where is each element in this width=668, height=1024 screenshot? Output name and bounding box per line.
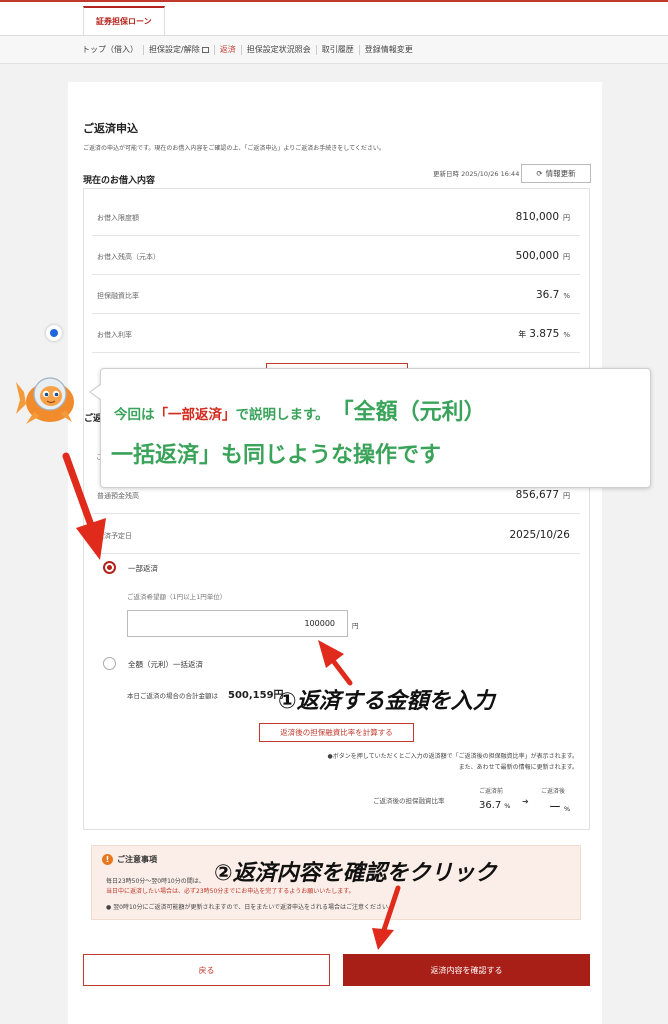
- after-label: ご返済後: [541, 788, 566, 795]
- loan-row: お借入利率 年 3.875%: [92, 315, 580, 353]
- nav-item-history[interactable]: 取引履歴: [317, 45, 360, 55]
- loan-row-label: お借入残高（元本）: [97, 253, 160, 261]
- top-bar: 証券担保ローン: [0, 0, 668, 38]
- calc-ratio-button[interactable]: 返済後の担保融資比率を計算する: [259, 723, 414, 742]
- value-text: 856,677: [515, 489, 559, 501]
- confirm-button[interactable]: 返済内容を確認する: [343, 954, 590, 986]
- bubble-text-big-2: 一括返済」も同じような操作です: [111, 443, 442, 468]
- option-full-label: 全額（元利）一括返済: [128, 660, 203, 669]
- amount-unit: 円: [352, 622, 359, 630]
- back-button[interactable]: 戻る: [83, 954, 330, 986]
- value-text: 3.875: [529, 328, 560, 340]
- ratio-after-label: ご返済後の担保融資比率: [373, 797, 445, 805]
- loan-row-value: 年 3.875%: [518, 328, 570, 340]
- calc-note-2: また、あわせて最新の情報に更新されます。: [458, 764, 578, 771]
- unit-text: %: [563, 292, 570, 300]
- step-2-annotation: ②返済内容を確認をクリック: [214, 861, 497, 886]
- speech-bubble: 今回は「一部返済」で説明します。 「全額（元利） 一括返済」も同じような操作です: [89, 368, 651, 488]
- goldfish-mascot: [16, 377, 74, 424]
- bubble-text-2: で説明します。: [235, 407, 329, 423]
- radio-full[interactable]: [103, 657, 116, 670]
- prefix-text: 年: [518, 330, 527, 339]
- unit-text: 円: [563, 492, 570, 500]
- value-text: 36.7: [535, 289, 560, 301]
- nav-item-top[interactable]: トップ（借入）: [82, 45, 144, 55]
- page-title: ご返済申込: [83, 122, 138, 135]
- nav-item-profile[interactable]: 登録情報変更: [360, 45, 418, 55]
- after-unit: %: [564, 805, 571, 813]
- loan-row-value: 36.7%: [536, 289, 570, 301]
- after-value-text: ー: [549, 800, 562, 814]
- amount-input[interactable]: [127, 610, 348, 637]
- repay-row-label: 普通預金残高: [97, 492, 139, 500]
- notice-line-3: ● 翌0時10分にご返済可能額が更新されますので、日をまたいで返済申込をされる場…: [106, 904, 395, 911]
- loan-row: 担保融資比率 36.7%: [92, 276, 580, 314]
- loan-row: お借入残高（元本） 500,000 円: [92, 237, 580, 275]
- loan-row-label: お借入利率: [97, 331, 132, 339]
- step-1-annotation: ①返済する金額を入力: [278, 689, 495, 714]
- loan-row: お借入限度額 810,000 円: [92, 198, 580, 236]
- unit-text: 円: [563, 214, 570, 222]
- bubble-line-1: 今回は「一部返済」で説明します。 「全額（元利）: [114, 394, 486, 426]
- loan-row-label: 担保融資比率: [97, 292, 139, 300]
- before-unit: %: [504, 802, 511, 810]
- arrow-right-icon: ➜: [522, 797, 529, 806]
- unit-text: 円: [563, 253, 570, 261]
- brand-tab[interactable]: 証券担保ローン: [83, 6, 165, 38]
- blue-dot-indicator[interactable]: [46, 325, 62, 341]
- value-text: 500,000: [515, 250, 559, 262]
- loan-row-value: 500,000 円: [516, 250, 570, 262]
- total-value: 500,159円: [228, 690, 284, 701]
- notice-line-2: 当日中に返済したい場合は、必ず23時50分までにお申込を完了するようお願いいたし…: [106, 888, 355, 895]
- repay-row: 返済予定日 2025/10/26: [92, 516, 580, 554]
- before-value-text: 36.7: [479, 800, 502, 811]
- main-nav: トップ（借入） 担保設定/解除 返済 担保設定状況照会 取引履歴 登録情報変更: [82, 36, 418, 64]
- page-description: ご返済の申込が可能です。現在のお借入内容をご確認の上、「ご返済申込」よりご返済お…: [83, 145, 385, 152]
- repay-row-value: 2025/10/26: [509, 529, 570, 541]
- external-link-icon: [201, 46, 209, 53]
- loan-row-label: お借入限度額: [97, 214, 139, 222]
- nav-item-status[interactable]: 担保設定状況照会: [242, 45, 317, 55]
- notice-line-1: 毎日23時50分～翌0時10分の間は、: [106, 878, 205, 885]
- refresh-label: 情報更新: [545, 169, 576, 178]
- unit-text: %: [563, 331, 570, 339]
- repay-row-value: 856,677 円: [516, 489, 570, 501]
- nav-bar: トップ（借入） 担保設定/解除 返済 担保設定状況照会 取引履歴 登録情報変更: [0, 36, 668, 64]
- before-label: ご返済前: [479, 788, 504, 795]
- amount-hint: ご返済希望額（1円以上1円単位）: [127, 593, 227, 601]
- radio-partial[interactable]: [103, 561, 116, 574]
- bubble-text-red: 「一部返済」: [154, 407, 236, 423]
- calc-note-1: ●ボタンを押していただくとご入力の返済額で「ご返済後の担保融資比率」が表示されま…: [327, 753, 578, 760]
- notice-title-text: ご注意事項: [117, 855, 157, 864]
- nav-item-collateral-label: 担保設定/解除: [149, 45, 200, 54]
- notice-title: ! ご注意事項: [102, 854, 157, 865]
- after-value: ー%: [549, 798, 570, 815]
- warning-icon: !: [102, 854, 113, 865]
- nav-item-collateral[interactable]: 担保設定/解除: [144, 45, 215, 55]
- refresh-icon: ⟳: [536, 169, 543, 178]
- loan-row-value: 810,000 円: [516, 211, 570, 223]
- bubble-text-1: 今回は: [114, 407, 155, 423]
- refresh-button[interactable]: ⟳ 情報更新: [521, 164, 591, 183]
- nav-item-repay[interactable]: 返済: [215, 45, 242, 55]
- before-value: 36.7%: [479, 800, 510, 811]
- bubble-text-big-1: 「全額（元利）: [342, 400, 486, 425]
- value-text: 810,000: [515, 211, 559, 223]
- updated-time: 更新日時 2025/10/26 16:44: [433, 170, 520, 178]
- current-loan-heading: 現在のお借入内容: [83, 176, 156, 186]
- total-label: 本日ご返済の場合の合計金額は: [127, 692, 218, 700]
- bubble-line-2: 一括返済」も同じような操作です: [111, 437, 441, 469]
- option-partial-label: 一部返済: [128, 564, 158, 573]
- repay-row-label: 返済予定日: [97, 532, 132, 540]
